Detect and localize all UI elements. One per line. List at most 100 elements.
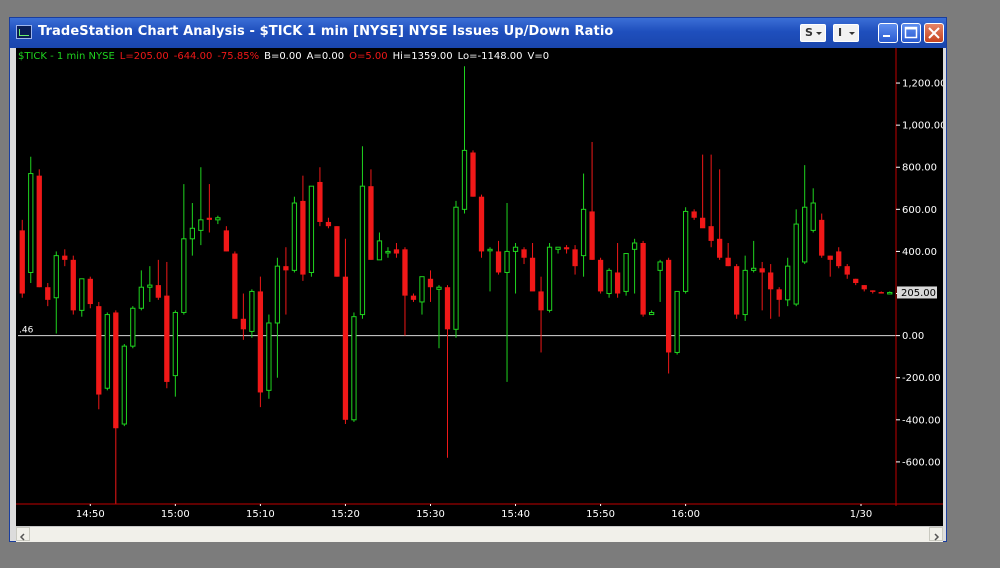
candle-body-down — [223, 230, 230, 252]
maximize-button[interactable] — [901, 23, 921, 43]
candle-body-down — [827, 255, 833, 260]
x-tick-label: 14:50 — [75, 509, 105, 520]
candle-body-down — [62, 255, 68, 260]
candle-body-down — [819, 219, 825, 256]
candle-body-up — [580, 208, 587, 257]
info-bid: B=0.00 — [264, 51, 302, 62]
candle-body-down — [402, 249, 408, 296]
candle-body-up — [512, 246, 519, 252]
candle-body-up — [351, 316, 357, 421]
candle-body-up — [436, 286, 442, 290]
candle-body-down — [836, 251, 842, 267]
x-tick-label: 16:00 — [671, 509, 701, 520]
candle-body-down — [334, 226, 340, 277]
info-last: L=205.00 — [119, 51, 169, 62]
candle-body-up — [555, 246, 561, 250]
candle-body-up — [172, 311, 178, 377]
candle-body-down — [691, 211, 697, 218]
candle-body-down — [113, 312, 119, 429]
candle-body-up — [385, 250, 391, 254]
candle-body-down — [70, 259, 76, 311]
candle-body-up — [28, 173, 34, 273]
chevron-down-icon — [849, 32, 855, 35]
candle-body-down — [844, 266, 850, 275]
candle-body-down — [368, 186, 374, 260]
x-tick-label: 15:00 — [160, 509, 190, 520]
candle-body-up — [266, 322, 272, 391]
candle-body-down — [538, 291, 544, 311]
candle-body-up — [147, 284, 153, 288]
candle-body-down — [36, 175, 42, 288]
candle-body-down — [393, 249, 400, 254]
y-tick-label: 800.00 — [902, 163, 937, 174]
candle-body-up — [546, 246, 553, 311]
y-tick-label: 600.00 — [902, 205, 937, 216]
candle-body-down — [853, 278, 859, 283]
candle-body-up — [785, 265, 791, 301]
candle-body-down — [257, 291, 264, 393]
scroll-left-button[interactable] — [16, 527, 30, 541]
indicator-menu-button[interactable]: I — [833, 24, 859, 42]
candle-body-down — [563, 247, 570, 250]
info-change: -644.00 — [173, 51, 213, 62]
x-tick-label: 15:10 — [245, 509, 275, 520]
candle-body-down — [478, 196, 485, 252]
title-bar[interactable]: TradeStation Chart Analysis - $TICK 1 mi… — [10, 18, 946, 48]
chevron-right-icon — [934, 533, 940, 541]
candle-body-down — [717, 238, 723, 258]
candle-body-down — [96, 306, 102, 395]
candle-body-up — [504, 250, 510, 273]
candle-body-up — [802, 206, 808, 263]
chart-area[interactable]: .46 1,200.00 1,000.00 800.00 600.00 400.00 0.… — [16, 48, 943, 506]
candle-body-up — [461, 149, 468, 210]
candle-body-down — [708, 226, 714, 241]
candle-body-up — [104, 314, 110, 389]
style-menu-label: S — [805, 26, 813, 39]
style-menu-button[interactable]: S — [800, 24, 826, 42]
candle-body-down — [283, 266, 289, 271]
candle-body-down — [470, 152, 476, 197]
candle-body-down — [232, 253, 238, 319]
candle-body-down — [597, 259, 604, 292]
candle-body-down — [700, 217, 706, 229]
candle-body-down — [87, 278, 93, 305]
horizontal-scrollbar[interactable] — [16, 526, 943, 542]
candle-body-down — [861, 285, 867, 290]
app-chart-icon — [16, 25, 32, 39]
y-tick-label: -600.00 — [902, 457, 941, 468]
candle-body-up — [198, 219, 204, 231]
candle-body-down — [410, 295, 417, 300]
candle-body-down — [725, 257, 731, 267]
info-high: Hi=1359.00 — [392, 51, 453, 62]
indicator-menu-label: I — [838, 26, 843, 39]
candle-body-up — [189, 227, 195, 240]
candlestick-chart[interactable]: .46 1,200.00 1,000.00 800.00 600.00 400.00 0.… — [16, 48, 943, 506]
minimize-button[interactable] — [878, 23, 898, 43]
candle-body-down — [155, 285, 161, 298]
chevron-down-icon — [816, 32, 822, 35]
candle-body-up — [419, 276, 425, 303]
candle-body-down — [325, 221, 332, 227]
candle-body-up — [121, 345, 127, 425]
candle-body-up — [291, 202, 298, 271]
candle-body-down — [768, 272, 774, 290]
candle-body-down — [870, 290, 876, 292]
x-tick-label: 15:20 — [331, 509, 360, 520]
candle-body-down — [427, 278, 434, 288]
candle-body-down — [776, 289, 782, 300]
time-axis: 14:50 15:00 15:10 15:20 15:30 15:40 15:50 16:00… — [16, 506, 943, 526]
candle-body-up — [623, 253, 629, 292]
candle-body-down — [665, 259, 672, 353]
y-tick-label: -400.00 — [902, 415, 941, 426]
candle-body-down — [317, 181, 323, 222]
y-tick-label: 0.00 — [902, 331, 924, 342]
zero-line-label: .46 — [19, 326, 34, 336]
candle-body-up — [181, 238, 187, 313]
scroll-right-button[interactable] — [929, 527, 943, 541]
x-tick-label: 15:30 — [416, 509, 445, 520]
candle-body-up — [742, 269, 748, 316]
y-tick-label: 1,000.00 — [902, 121, 943, 132]
candle-body-up — [682, 210, 689, 292]
close-button[interactable] — [924, 23, 944, 43]
candle-body-up — [138, 286, 144, 309]
